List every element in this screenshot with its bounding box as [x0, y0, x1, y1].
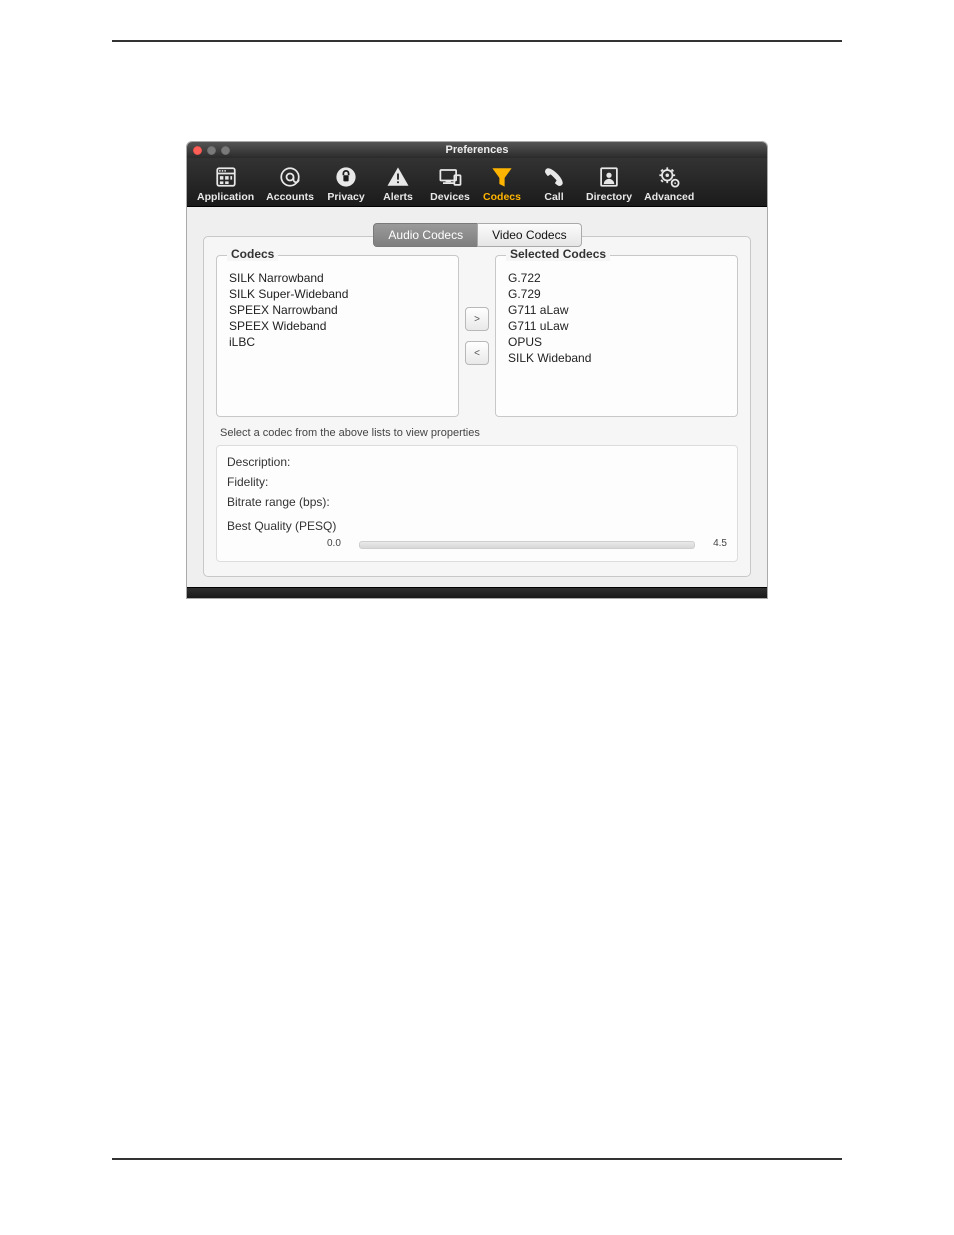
phone-icon: [540, 163, 568, 191]
codecs-pane: Audio Codecs Video Codecs Codecs SILK Na…: [187, 207, 767, 587]
tab-video-codecs[interactable]: Video Codecs: [477, 223, 582, 247]
preferences-toolbar: Application Accounts: [187, 158, 767, 207]
tab-label: Alerts: [383, 191, 413, 203]
codec-item[interactable]: G.729: [506, 286, 727, 302]
zoom-icon[interactable]: [221, 146, 230, 155]
tab-codecs[interactable]: Codecs: [476, 161, 528, 206]
available-codecs-group: Codecs SILK Narrowband SILK Super-Wideba…: [216, 255, 459, 417]
titlebar: Preferences: [187, 142, 767, 158]
codec-subtabs: Audio Codecs Video Codecs: [197, 223, 757, 247]
properties-hint: Select a codec from the above lists to v…: [220, 427, 734, 439]
tab-call[interactable]: Call: [528, 161, 580, 206]
tab-application[interactable]: Application: [191, 161, 260, 206]
available-codecs-title: Codecs: [227, 247, 278, 261]
window-controls: [187, 146, 230, 155]
codec-item[interactable]: SILK Narrowband: [227, 270, 448, 286]
tab-alerts[interactable]: Alerts: [372, 161, 424, 206]
codec-item[interactable]: SPEEX Narrowband: [227, 302, 448, 318]
preferences-window: Preferences Application: [187, 142, 767, 598]
codec-item[interactable]: SILK Wideband: [506, 350, 727, 366]
codec-properties: Description: Fidelity: Bitrate range (bp…: [216, 445, 738, 562]
tab-label: Devices: [430, 191, 470, 203]
directory-icon: [595, 163, 623, 191]
tab-label: Directory: [586, 191, 632, 203]
tab-label: Codecs: [483, 191, 521, 203]
tab-advanced[interactable]: Advanced: [638, 161, 700, 206]
funnel-icon: [488, 163, 516, 191]
codec-item[interactable]: SPEEX Wideband: [227, 318, 448, 334]
tab-label: Call: [544, 191, 563, 203]
codec-item[interactable]: G.722: [506, 270, 727, 286]
codec-item[interactable]: SILK Super-Wideband: [227, 286, 448, 302]
tab-privacy[interactable]: Privacy: [320, 161, 372, 206]
codec-item[interactable]: G711 aLaw: [506, 302, 727, 318]
tab-audio-codecs[interactable]: Audio Codecs: [373, 223, 478, 247]
at-sign-icon: [276, 163, 304, 191]
tab-label: Application: [197, 191, 254, 203]
pesq-label: Best Quality (PESQ): [227, 519, 336, 533]
pesq-max: 4.5: [705, 538, 727, 549]
fidelity-label: Fidelity:: [227, 475, 268, 489]
description-label: Description:: [227, 455, 290, 469]
pesq-slider[interactable]: 0.0 4.5: [227, 538, 727, 549]
tab-label: Privacy: [327, 191, 364, 203]
pesq-track[interactable]: [359, 543, 695, 545]
bitrate-label: Bitrate range (bps):: [227, 495, 330, 509]
selected-codecs-group: Selected Codecs G.722 G.729 G711 aLaw G7…: [495, 255, 738, 417]
window-title: Preferences: [187, 144, 767, 156]
move-right-button[interactable]: >: [465, 307, 489, 331]
available-codecs-list[interactable]: SILK Narrowband SILK Super-Wideband SPEE…: [227, 270, 448, 350]
minimize-icon[interactable]: [207, 146, 216, 155]
tab-label: Accounts: [266, 191, 314, 203]
move-left-button[interactable]: <: [465, 341, 489, 365]
codecs-card: Codecs SILK Narrowband SILK Super-Wideba…: [203, 236, 751, 577]
codec-item[interactable]: G711 uLaw: [506, 318, 727, 334]
tab-label: Advanced: [644, 191, 694, 203]
gear-icon: [655, 163, 683, 191]
selected-codecs-title: Selected Codecs: [506, 247, 610, 261]
privacy-icon: [332, 163, 360, 191]
move-buttons: > <: [465, 255, 489, 417]
window-footer: [187, 587, 767, 598]
selected-codecs-list[interactable]: G.722 G.729 G711 aLaw G711 uLaw OPUS SIL…: [506, 270, 727, 366]
close-icon[interactable]: [193, 146, 202, 155]
pesq-min: 0.0: [327, 538, 349, 549]
alert-icon: [384, 163, 412, 191]
devices-icon: [436, 163, 464, 191]
codec-item[interactable]: iLBC: [227, 334, 448, 350]
tab-directory[interactable]: Directory: [580, 161, 638, 206]
tab-accounts[interactable]: Accounts: [260, 161, 320, 206]
codec-item[interactable]: OPUS: [506, 334, 727, 350]
application-icon: [212, 163, 240, 191]
tab-devices[interactable]: Devices: [424, 161, 476, 206]
